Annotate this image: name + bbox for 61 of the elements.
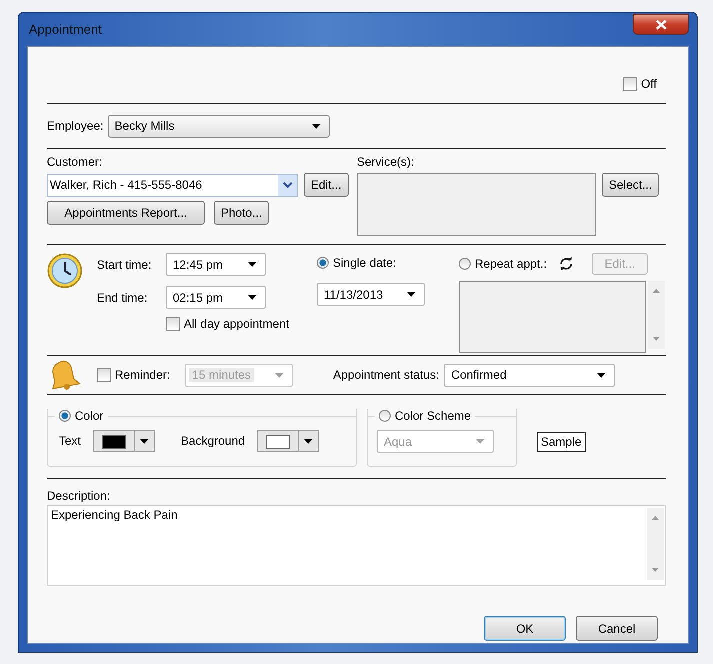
caret-icon	[304, 438, 314, 444]
sample-preview: Sample	[537, 432, 586, 452]
date-dropdown[interactable]: 11/13/2013	[317, 283, 425, 306]
description-field[interactable]: Experiencing Back Pain	[47, 505, 666, 586]
caret-icon	[407, 292, 416, 297]
caret-icon	[597, 372, 606, 378]
dialog-button[interactable]: Cancel	[576, 616, 658, 641]
scroll-down-icon[interactable]	[653, 337, 660, 341]
caret-icon	[248, 295, 257, 300]
color-label: Color	[75, 409, 104, 423]
customer-action-button[interactable]: Photo...	[214, 201, 270, 225]
dialog-button[interactable]: OK	[484, 616, 566, 641]
scroll-up-icon[interactable]	[652, 516, 659, 520]
caret-icon	[476, 439, 485, 444]
employee-dropdown[interactable]: Becky Mills	[108, 114, 330, 138]
services-list[interactable]	[357, 173, 596, 236]
status-label: Appointment status:	[333, 368, 440, 382]
repeat-list[interactable]	[459, 281, 646, 353]
start-time-label: Start time:	[97, 258, 153, 272]
reminder-label: Reminder:	[115, 368, 170, 382]
close-button[interactable]	[633, 14, 689, 35]
background-color-label: Background	[181, 434, 246, 448]
employee-label: Employee:	[47, 119, 104, 133]
text-color-label: Text	[59, 434, 82, 448]
all-day-label: All day appointment	[184, 317, 290, 331]
checkbox[interactable]	[166, 317, 180, 331]
radio-button[interactable]	[59, 410, 71, 422]
window-title: Appointment	[28, 22, 102, 37]
checkbox[interactable]	[623, 77, 638, 91]
radio-button[interactable]	[379, 410, 391, 422]
close-icon	[656, 20, 666, 30]
background-color-picker[interactable]	[257, 430, 320, 452]
chevron-icon	[282, 182, 292, 188]
customer-combo-box[interactable]: Walker, Rich - 415-555-8046	[47, 174, 298, 196]
description-label: Description:	[47, 489, 112, 503]
edit-button[interactable]: Edit...	[304, 173, 349, 197]
caret-icon	[312, 124, 321, 128]
start-time-dropdown[interactable]: 12:45 pm	[166, 253, 266, 276]
refresh-icon	[559, 257, 574, 271]
scroll-up-icon[interactable]	[653, 289, 660, 293]
scroll-down-icon[interactable]	[652, 568, 659, 572]
end-time-dropdown[interactable]: 02:15 pm	[166, 286, 266, 309]
off-label: Off	[641, 77, 657, 91]
radio-button[interactable]	[317, 257, 329, 269]
single-date-label: Single date:	[333, 256, 396, 270]
scrollbar[interactable]	[647, 508, 664, 580]
services-label: Service(s):	[357, 155, 416, 169]
color-scheme-label: Color Scheme	[395, 409, 472, 423]
caret-icon	[275, 372, 284, 378]
customer-label: Customer:	[47, 155, 104, 169]
scrollbar[interactable]	[648, 281, 665, 349]
repeat-label: Repeat appt.:	[475, 257, 548, 271]
radio-button[interactable]	[459, 258, 471, 270]
text-color-picker[interactable]	[93, 430, 156, 452]
end-time-label: End time:	[97, 290, 149, 304]
status-dropdown[interactable]: Confirmed	[444, 364, 616, 386]
caret-icon	[248, 262, 257, 267]
clock-icon	[47, 253, 83, 289]
customer-action-button[interactable]: Appointments Report...	[47, 201, 205, 225]
caret-icon	[140, 438, 150, 444]
select-button[interactable]: Select...	[602, 173, 660, 197]
